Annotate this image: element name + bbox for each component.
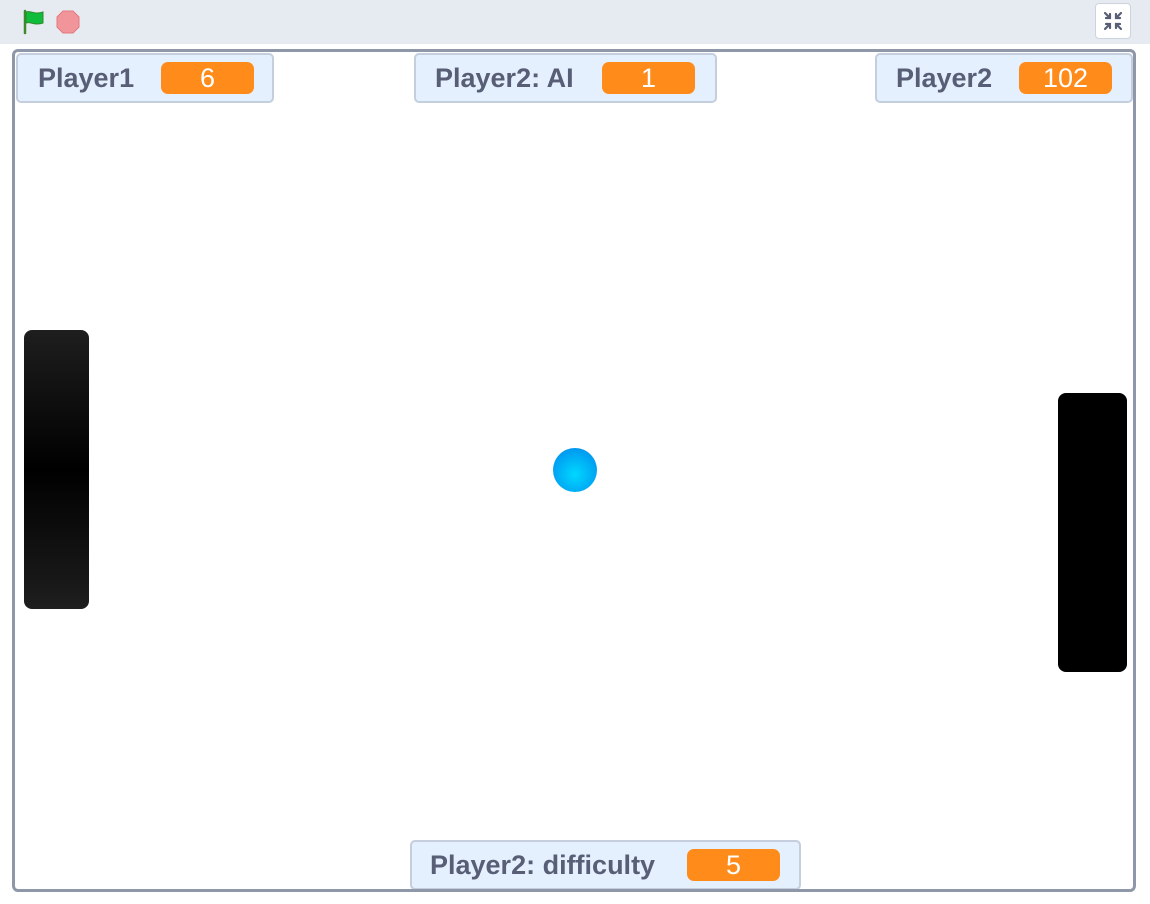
monitor-player2-ai-label: Player2: AI: [435, 62, 574, 93]
monitor-player1: Player1 6: [16, 53, 274, 103]
stop-sign-icon: [56, 10, 80, 34]
green-flag-button[interactable]: [18, 6, 50, 38]
monitor-player1-value: 6: [161, 62, 254, 94]
monitor-player2-difficulty-value: 5: [687, 849, 780, 881]
stop-button[interactable]: [54, 6, 82, 38]
exit-fullscreen-icon: [1103, 11, 1123, 31]
exit-fullscreen-button[interactable]: [1095, 3, 1131, 39]
monitor-player2-ai: Player2: AI 1: [414, 53, 717, 103]
monitor-player2-difficulty: Player2: difficulty 5: [410, 840, 801, 889]
player1-paddle: [24, 330, 89, 609]
game-stage[interactable]: Player1 6 Player2: AI 1 Player2 102 Play…: [12, 49, 1136, 892]
monitor-player2-ai-value: 1: [602, 62, 695, 94]
stage-header: [0, 0, 1150, 44]
player2-paddle: [1058, 393, 1127, 672]
monitor-player2-value: 102: [1019, 62, 1112, 94]
monitor-player2-difficulty-label: Player2: difficulty: [430, 849, 656, 880]
green-flag-icon: [23, 9, 44, 35]
monitor-player2-label: Player2: [896, 62, 993, 93]
ball: [553, 448, 597, 492]
monitor-player2: Player2 102: [875, 53, 1133, 103]
monitor-player1-label: Player1: [38, 62, 135, 93]
